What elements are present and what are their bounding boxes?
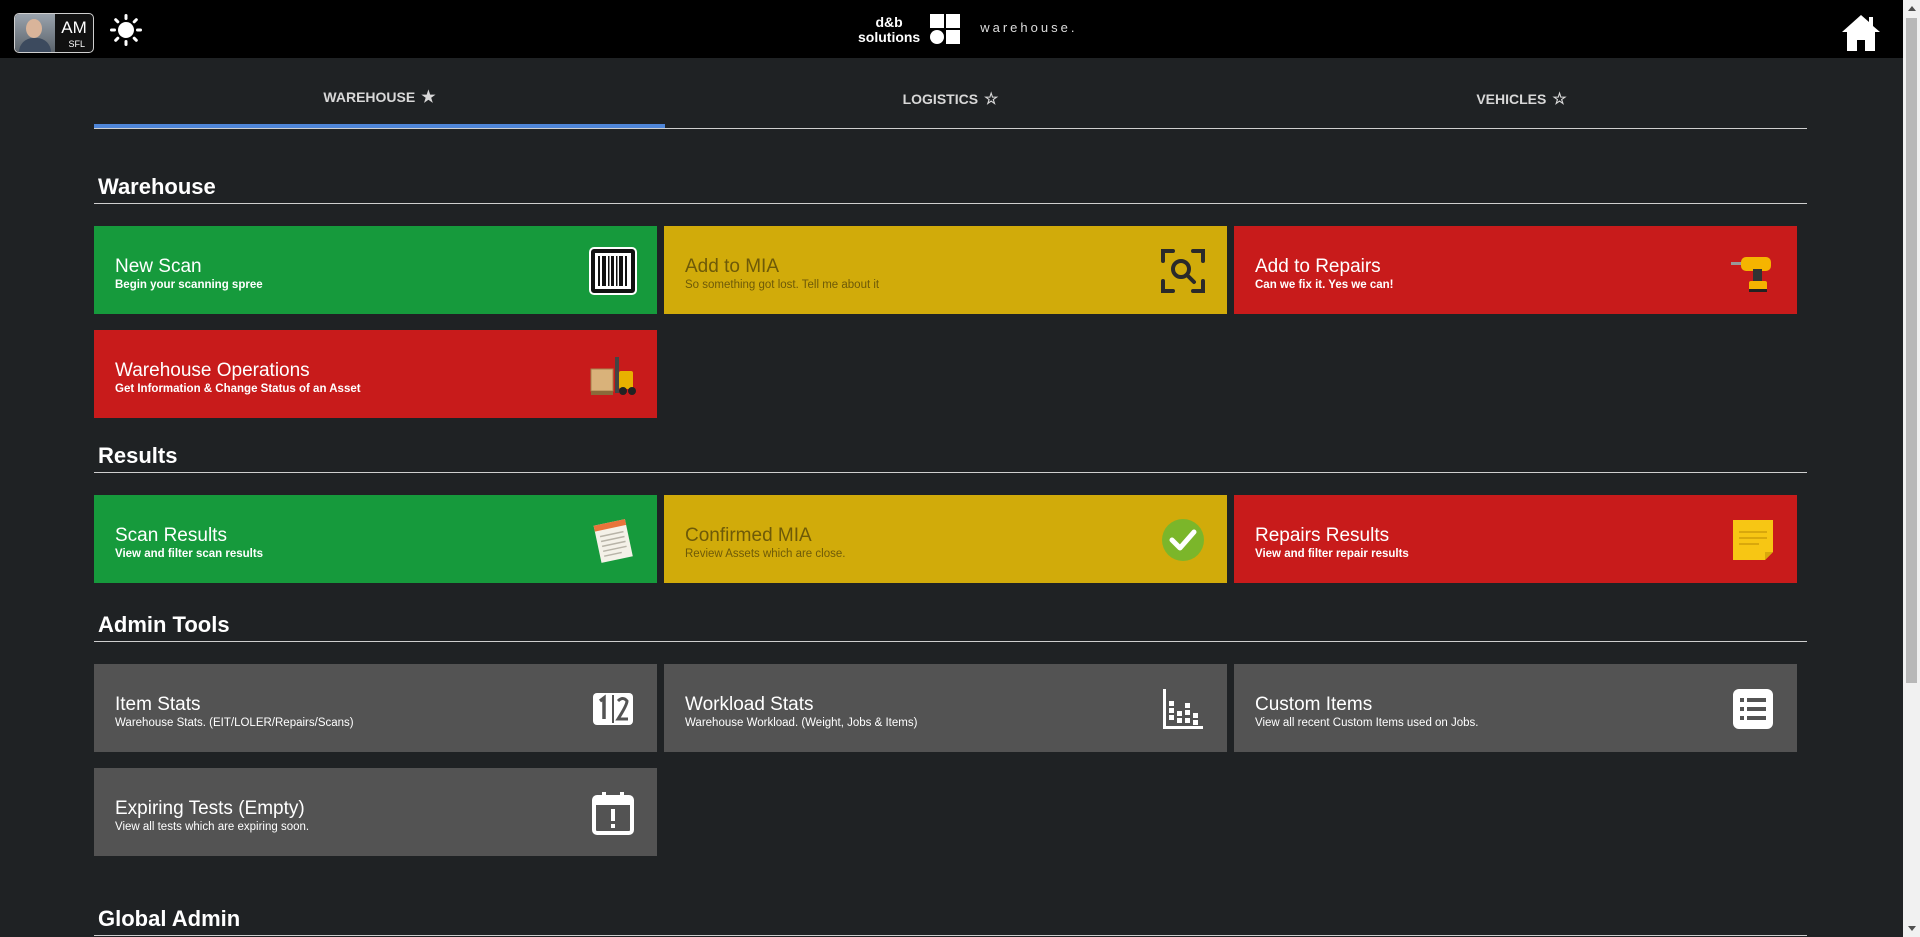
tile-subtitle: Can we fix it. Yes we can!	[1255, 279, 1394, 291]
tab-warehouse-label: WAREHOUSE	[323, 89, 416, 105]
tab-logistics[interactable]: LOGISTICS ☆	[665, 70, 1236, 128]
tab-logistics-label: LOGISTICS	[902, 91, 979, 107]
list-icon	[1733, 689, 1773, 729]
tile-title: New Scan	[115, 256, 202, 277]
favorite-star-icon[interactable]: ☆	[1552, 89, 1566, 109]
tile-subtitle: Warehouse Workload. (Weight, Jobs & Item…	[685, 717, 918, 729]
bar-chart-icon	[1163, 689, 1203, 729]
scroll-up-icon[interactable]	[1908, 6, 1916, 11]
tile-title: Add to Repairs	[1255, 256, 1381, 277]
search-scan-icon	[1161, 249, 1205, 293]
user-initials: AM	[61, 18, 87, 37]
tile-subtitle: View all recent Custom Items used on Job…	[1255, 717, 1479, 729]
item-stats-tile[interactable]: Item Stats Warehouse Stats. (EIT/LOLER/R…	[94, 664, 657, 752]
tile-title: Confirmed MIA	[685, 525, 812, 546]
section-divider	[94, 935, 1807, 936]
tile-subtitle: So something got lost. Tell me about it	[685, 279, 880, 291]
home-icon[interactable]	[1840, 12, 1882, 54]
tile-subtitle: Review Assets which are close.	[685, 548, 846, 560]
brand-line-1: d&b	[875, 14, 903, 30]
tab-vehicles[interactable]: VEHICLES ☆	[1236, 70, 1807, 128]
favorite-star-icon[interactable]: ★	[421, 87, 435, 107]
brand-logo[interactable]: d&b solutions warehouse.	[858, 14, 1077, 46]
sticky-note-icon	[1733, 520, 1773, 560]
top-bar: AM SFL d&b solutions warehouse.	[0, 0, 1920, 58]
brand-line-2: solutions	[858, 29, 921, 45]
scrollbar-thumb[interactable]	[1906, 18, 1917, 683]
theme-toggle-sun-icon[interactable]	[110, 14, 142, 46]
section-title-warehouse: Warehouse	[98, 174, 216, 199]
brand-product: warehouse.	[980, 19, 1078, 35]
scan-results-tile[interactable]: Scan Results View and filter scan result…	[94, 495, 657, 583]
drill-icon	[1731, 257, 1771, 292]
avatar	[15, 14, 55, 52]
section-title-results: Results	[98, 443, 178, 468]
forklift-icon	[590, 357, 636, 395]
tab-vehicles-label: VEHICLES	[1476, 91, 1547, 107]
calendar-alert-icon	[592, 792, 634, 835]
favorite-star-icon[interactable]: ☆	[984, 89, 998, 109]
brand-text: d&b solutions	[858, 15, 920, 45]
brand-mark-icon	[930, 14, 968, 46]
tile-subtitle: Get Information & Change Status of an As…	[115, 383, 361, 395]
scrollbar[interactable]	[1903, 0, 1920, 937]
user-menu[interactable]: AM SFL	[14, 13, 94, 53]
check-circle-icon	[1162, 519, 1204, 561]
new-scan-tile[interactable]: New Scan Begin your scanning spree	[94, 226, 657, 314]
tab-warehouse[interactable]: WAREHOUSE ★	[94, 70, 665, 128]
section-title-global-admin: Global Admin	[98, 906, 241, 931]
tile-subtitle: View and filter repair results	[1255, 548, 1409, 560]
custom-items-tile[interactable]: Custom Items View all recent Custom Item…	[1234, 664, 1797, 752]
warehouse-operations-tile[interactable]: Warehouse Operations Get Information & C…	[94, 330, 657, 418]
tile-subtitle: View and filter scan results	[115, 548, 264, 560]
tile-title: Scan Results	[115, 525, 227, 546]
tile-title: Expiring Tests (Empty)	[115, 798, 305, 819]
add-to-mia-tile[interactable]: Add to MIA So something got lost. Tell m…	[664, 226, 1227, 314]
repairs-results-tile[interactable]: Repairs Results View and filter repair r…	[1234, 495, 1797, 583]
tile-title: Custom Items	[1255, 694, 1373, 715]
counter-icon	[593, 693, 633, 725]
section-divider	[94, 203, 1807, 204]
section-title-admin-tools: Admin Tools	[98, 612, 230, 637]
barcode-icon	[589, 247, 637, 295]
tile-title: Item Stats	[115, 694, 201, 715]
tab-bar: WAREHOUSE ★ LOGISTICS ☆ VEHICLES ☆	[94, 70, 1807, 129]
tile-title: Add to MIA	[685, 256, 779, 277]
user-initials-block: AM SFL	[55, 17, 93, 49]
tile-title: Warehouse Operations	[115, 360, 310, 381]
tile-subtitle: Begin your scanning spree	[115, 279, 263, 291]
user-location: SFL	[68, 39, 85, 49]
tile-title: Workload Stats	[685, 694, 814, 715]
tile-subtitle: Warehouse Stats. (EIT/LOLER/Repairs/Scan…	[115, 717, 354, 729]
expiring-tests-tile[interactable]: Expiring Tests (Empty) View all tests wh…	[94, 768, 657, 856]
section-divider	[94, 641, 1807, 642]
workload-stats-tile[interactable]: Workload Stats Warehouse Workload. (Weig…	[664, 664, 1227, 752]
notepad-icon	[593, 519, 633, 563]
confirmed-mia-tile[interactable]: Confirmed MIA Review Assets which are cl…	[664, 495, 1227, 583]
add-to-repairs-tile[interactable]: Add to Repairs Can we fix it. Yes we can…	[1234, 226, 1797, 314]
tile-subtitle: View all tests which are expiring soon.	[115, 821, 310, 833]
section-divider	[94, 472, 1807, 473]
tile-title: Repairs Results	[1255, 525, 1390, 546]
scroll-down-icon[interactable]	[1908, 926, 1916, 931]
